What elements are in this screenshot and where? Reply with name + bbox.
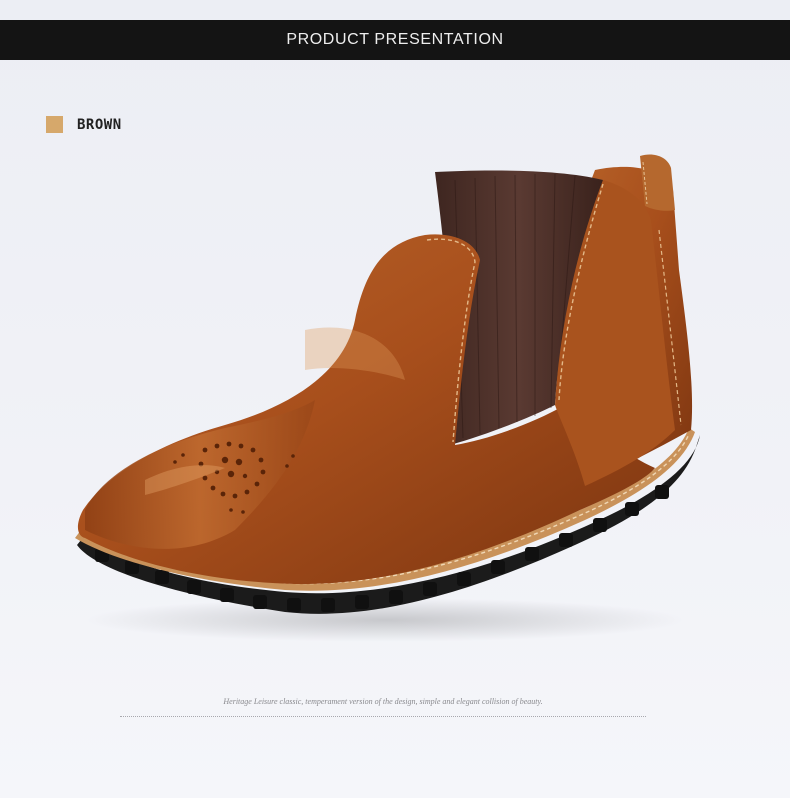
caption-text: Heritage Leisure classic, temperament ve… <box>223 697 543 706</box>
caption-divider <box>120 716 646 717</box>
product-presentation-page: PRODUCT PRESENTATION BROWN Heritage Leis… <box>0 0 790 798</box>
page-title: PRODUCT PRESENTATION <box>286 31 504 48</box>
color-label: BROWN <box>77 116 122 133</box>
header-bar: PRODUCT PRESENTATION <box>0 20 790 60</box>
product-image-boot <box>75 154 700 642</box>
color-swatch[interactable] <box>46 116 63 133</box>
color-option[interactable]: BROWN <box>46 116 122 133</box>
